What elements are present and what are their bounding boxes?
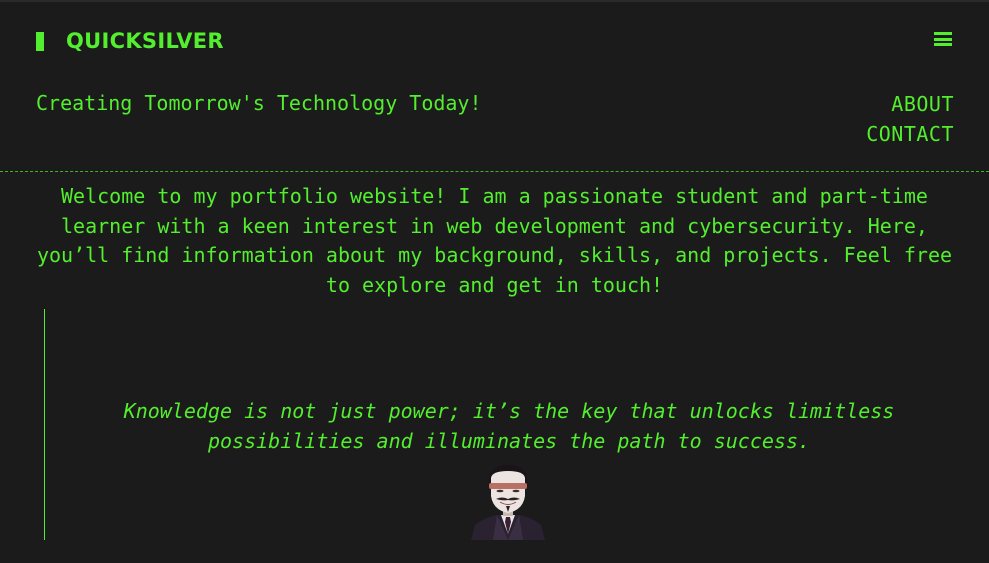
quote-line: Knowledge is not just power; it’s the ke… (123, 399, 895, 423)
site-tagline: Creating Tomorrow's Technology Today! (36, 91, 482, 115)
intro-line: learner with a keen interest in web deve… (61, 213, 928, 238)
intro-line: you’ll find information about my backgro… (36, 243, 953, 267)
quote-side-line (44, 309, 45, 540)
brand-logo[interactable]: QUICKSILVER (36, 28, 224, 54)
quote-block: Knowledge is not just power; it’s the ke… (60, 396, 958, 456)
intro-paragraph: Welcome to my portfolio website! I am a … (10, 182, 979, 300)
main-nav: ABOUT CONTACT (866, 89, 954, 149)
guy-fawkes-mask-avatar (471, 465, 545, 540)
header-divider (0, 171, 989, 172)
quote-line: possibilities and illuminates the path t… (207, 429, 811, 453)
intro-line: Welcome to my portfolio website! I am a … (61, 184, 928, 208)
hamburger-menu-icon[interactable] (934, 32, 952, 46)
brand-name: QUICKSILVER (66, 29, 224, 53)
nav-link-contact[interactable]: CONTACT (866, 119, 954, 149)
nav-link-about[interactable]: ABOUT (866, 89, 954, 119)
top-border (0, 0, 989, 2)
intro-line: to explore and get in touch! (325, 272, 664, 297)
brand-bar-icon (36, 31, 44, 51)
